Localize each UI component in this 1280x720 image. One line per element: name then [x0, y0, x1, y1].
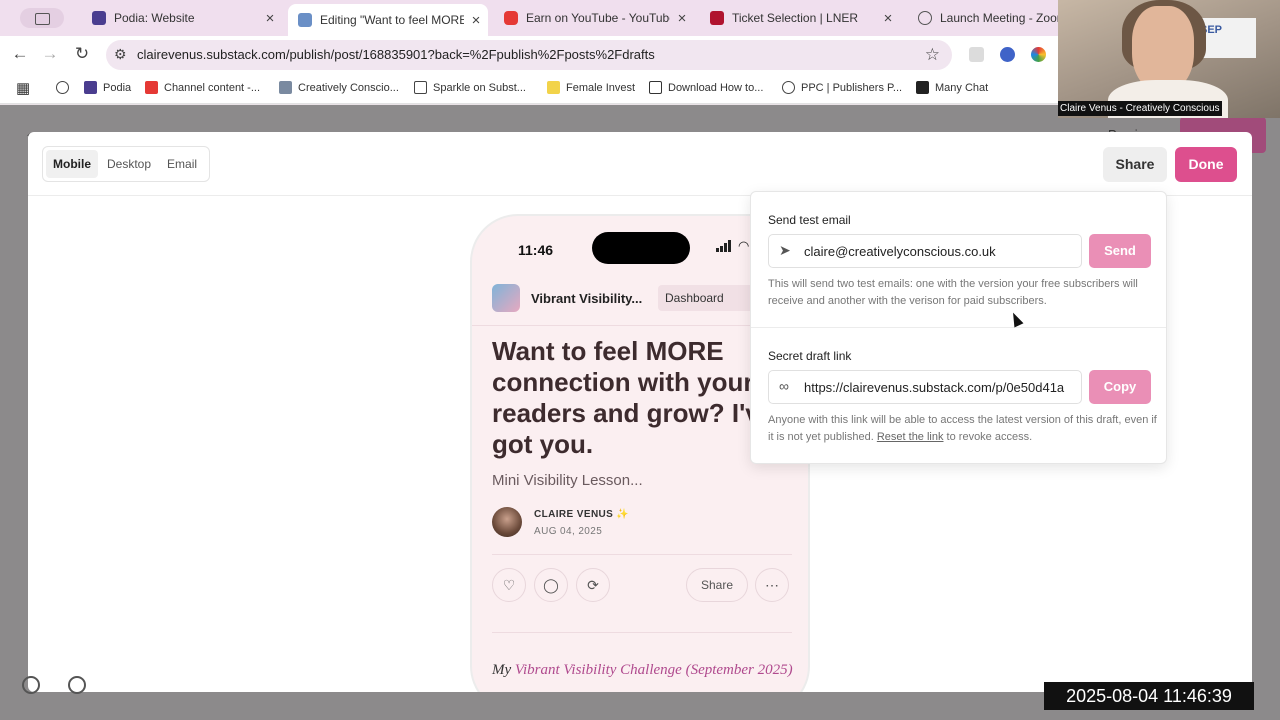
tab-zoom[interactable]: Launch Meeting - Zoom — [908, 4, 1058, 32]
youtube-favicon-icon — [504, 11, 518, 25]
participant-name: Claire Venus - Creatively Conscious — [1058, 101, 1222, 116]
wifi-icon: ◠ — [738, 238, 750, 253]
globe-bookmark[interactable] — [56, 81, 75, 94]
substack-favicon-icon — [298, 13, 312, 27]
author-avatar — [492, 507, 522, 537]
youtube-icon — [145, 81, 158, 94]
forward-arrow-icon[interactable]: → — [38, 44, 62, 64]
recording-timestamp: 2025-08-04 11:46:39 — [1044, 682, 1254, 710]
draft-link-field[interactable]: ∞ https://clairevenus.substack.com/p/0e5… — [768, 370, 1082, 404]
dashboard-button[interactable]: Dashboard — [658, 285, 758, 311]
send-plane-icon: ➤ — [779, 242, 791, 258]
test-email-field[interactable]: ➤ claire@creativelyconscious.co.uk — [768, 234, 1082, 268]
site-icon — [279, 81, 292, 94]
back-arrow-icon[interactable]: ← — [8, 44, 32, 64]
tab-desktop[interactable]: Desktop — [100, 150, 158, 178]
extension-icon[interactable] — [969, 47, 984, 62]
backdrop-icon — [68, 676, 86, 694]
folder-icon — [414, 81, 427, 94]
bookmark-podia[interactable]: Podia — [84, 81, 131, 94]
modal-header: Mobile Desktop Email Share Done — [28, 132, 1252, 196]
done-button[interactable]: Done — [1175, 147, 1237, 182]
extension-icon[interactable] — [1000, 47, 1015, 62]
bookmark-ppc[interactable]: PPC | Publishers P... — [782, 81, 902, 94]
post-date: AUG 04, 2025 — [534, 526, 603, 537]
copy-button[interactable]: Copy — [1089, 370, 1151, 404]
bookmark-channel-content[interactable]: Channel content -... — [145, 81, 260, 94]
popover-divider — [751, 327, 1166, 328]
address-bar[interactable]: ⚙ clairevenus.substack.com/publish/post/… — [106, 40, 952, 70]
draft-link-help: Anyone with this link will be able to ac… — [768, 414, 1157, 443]
globe-icon — [56, 81, 69, 94]
test-email-help: This will send two test emails: one with… — [768, 278, 1138, 307]
tab-email[interactable]: Email — [160, 150, 204, 178]
share-popover: Send test email ➤ claire@creativelyconsc… — [750, 191, 1167, 464]
divider — [492, 632, 792, 633]
publication-logo — [492, 284, 520, 312]
extension-icon[interactable] — [1031, 47, 1046, 62]
comment-icon[interactable]: ◯ — [534, 568, 568, 602]
link-icon: ∞ — [779, 378, 789, 394]
tab-close-icon[interactable]: × — [670, 10, 694, 27]
address-url[interactable]: clairevenus.substack.com/publish/post/16… — [137, 47, 655, 62]
publication-name: Vibrant Visibility... — [531, 291, 643, 306]
site-settings-icon[interactable]: ⚙ — [114, 46, 127, 63]
podia-icon — [84, 81, 97, 94]
globe-favicon-icon — [918, 11, 932, 25]
tab-youtube[interactable]: Earn on YouTube - YouTube S × — [494, 4, 694, 32]
tab-editing[interactable]: Editing "Want to feel MORE c × — [288, 4, 488, 36]
post-body: My Vibrant Visibility Challenge (Septemb… — [492, 662, 793, 678]
lner-favicon-icon — [710, 11, 724, 25]
tab-search-icon[interactable] — [20, 8, 64, 28]
divider — [492, 554, 792, 555]
tab-close-icon[interactable]: × — [258, 10, 282, 27]
dynamic-island — [592, 232, 690, 264]
bookmark-download[interactable]: Download How to... — [649, 81, 763, 94]
more-options-icon[interactable]: ⋯ — [755, 568, 789, 602]
test-email-label: Send test email — [768, 213, 851, 227]
bookmark-sparkle[interactable]: Sparkle on Subst... — [414, 81, 526, 94]
backdrop-icon — [22, 676, 40, 694]
signal-icon — [716, 240, 732, 252]
preview-mode-tabs: Mobile Desktop Email — [42, 146, 211, 182]
tab-podia[interactable]: Podia: Website × — [82, 4, 282, 32]
apps-grid-icon[interactable]: ▦ — [16, 79, 30, 97]
podia-favicon-icon — [92, 11, 106, 25]
reset-link[interactable]: Reset the link — [877, 431, 944, 443]
tab-mobile[interactable]: Mobile — [46, 150, 98, 178]
tab-lner[interactable]: Ticket Selection | LNER × — [700, 4, 900, 32]
phone-icon — [649, 81, 662, 94]
female-invest-icon — [547, 81, 560, 94]
zoom-video-feed: SEP Claire Venus - Creatively Conscious — [1058, 0, 1280, 118]
bookmark-star-icon[interactable]: ☆ — [925, 45, 940, 65]
send-button[interactable]: Send — [1089, 234, 1151, 268]
author-name: CLAIRE VENUS ✨ — [534, 509, 630, 520]
tab-close-icon[interactable]: × — [876, 10, 900, 27]
like-heart-icon[interactable]: ♡ — [492, 568, 526, 602]
manychat-icon — [916, 81, 929, 94]
bookmark-creatively-conscious[interactable]: Creatively Conscio... — [279, 81, 399, 94]
globe-icon — [782, 81, 795, 94]
draft-link-label: Secret draft link — [768, 349, 852, 363]
phone-time: 11:46 — [518, 242, 554, 258]
bookmark-female-invest[interactable]: Female Invest — [547, 81, 635, 94]
bookmark-many-chat[interactable]: Many Chat — [916, 81, 988, 94]
reload-icon[interactable]: ↻ — [70, 44, 94, 64]
tab-close-icon[interactable]: × — [464, 12, 488, 29]
share-button[interactable]: Share — [1103, 147, 1167, 182]
post-share-button[interactable]: Share — [686, 568, 748, 602]
challenge-link[interactable]: Vibrant Visibility Challenge (September … — [515, 662, 793, 678]
restack-icon[interactable]: ⟳ — [576, 568, 610, 602]
post-subtitle: Mini Visibility Lesson... — [492, 472, 643, 489]
